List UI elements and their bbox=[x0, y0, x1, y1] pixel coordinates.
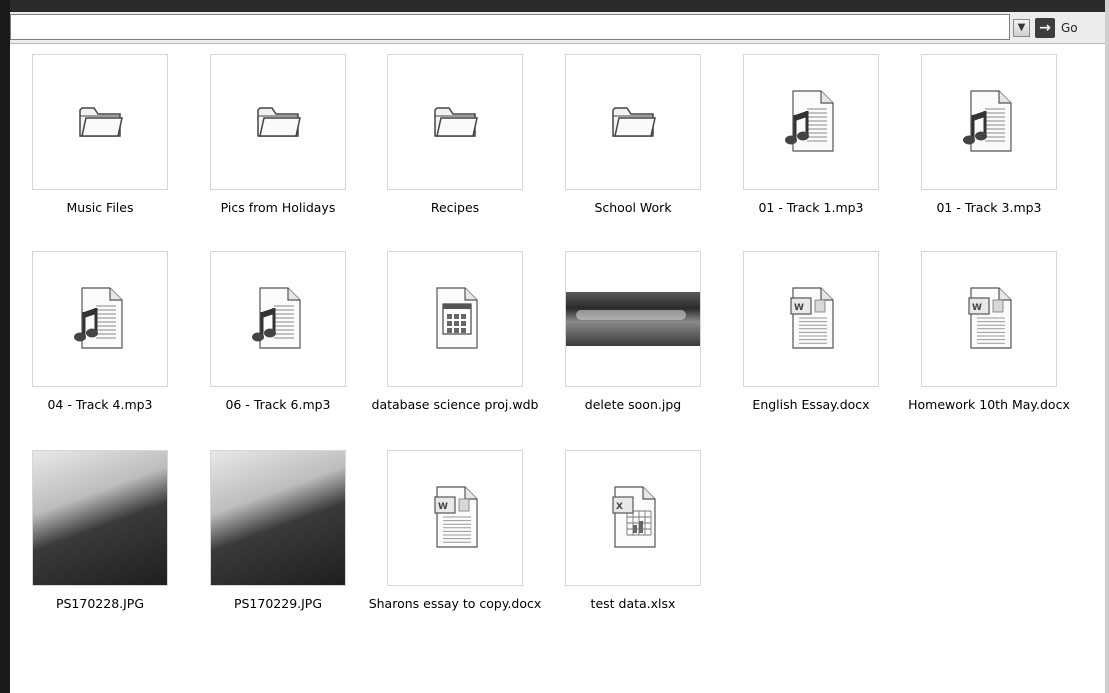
file-thumbnail[interactable] bbox=[565, 251, 701, 387]
folder-icon bbox=[254, 100, 302, 144]
file-thumbnail[interactable] bbox=[32, 450, 168, 586]
file-name-label: Homework 10th May.docx bbox=[908, 397, 1070, 412]
file-name-label: Recipes bbox=[430, 200, 480, 215]
file-thumbnail[interactable] bbox=[921, 54, 1057, 190]
file-name-label: Music Files bbox=[66, 200, 134, 215]
file-name-label: test data.xlsx bbox=[590, 596, 676, 611]
file-thumbnail[interactable] bbox=[387, 251, 523, 387]
folder-icon bbox=[609, 100, 657, 144]
file-name-label: Pics from Holidays bbox=[220, 200, 336, 215]
file-thumbnail[interactable] bbox=[210, 450, 346, 586]
audio-file-icon bbox=[70, 282, 130, 356]
file-thumbnail[interactable] bbox=[743, 54, 879, 190]
file-name-label: School Work bbox=[594, 200, 672, 215]
file-name-label: PS170229.JPG bbox=[233, 596, 323, 611]
word-document-icon: W bbox=[781, 282, 841, 356]
file-name-label: 01 - Track 1.mp3 bbox=[758, 200, 864, 215]
photo-thumbnail-image bbox=[33, 451, 167, 585]
photo-thumbnail-image bbox=[566, 292, 700, 346]
excel-spreadsheet-icon: X bbox=[603, 481, 663, 555]
file-name-label: PS170228.JPG bbox=[55, 596, 145, 611]
file-thumbnail[interactable] bbox=[32, 251, 168, 387]
audio-file-icon bbox=[781, 85, 841, 159]
folder-icon bbox=[76, 100, 124, 144]
word-document-icon: W bbox=[425, 481, 485, 555]
photo-thumbnail-image bbox=[211, 451, 345, 585]
file-name-label: 01 - Track 3.mp3 bbox=[936, 200, 1042, 215]
file-grid: Music Files Pics from Holidays Recipes Scho… bbox=[0, 0, 1109, 693]
audio-file-icon bbox=[959, 85, 1019, 159]
database-file-icon bbox=[425, 282, 485, 356]
file-thumbnail[interactable]: W bbox=[921, 251, 1057, 387]
file-thumbnail[interactable]: W bbox=[387, 450, 523, 586]
file-name-label: database science proj.wdb bbox=[371, 397, 539, 412]
svg-text:X: X bbox=[616, 502, 623, 512]
file-thumbnail[interactable] bbox=[565, 54, 701, 190]
svg-text:W: W bbox=[972, 303, 982, 313]
file-thumbnail[interactable] bbox=[32, 54, 168, 190]
word-document-icon: W bbox=[959, 282, 1019, 356]
file-name-label: 06 - Track 6.mp3 bbox=[225, 397, 331, 412]
file-thumbnail[interactable]: X bbox=[565, 450, 701, 586]
file-name-label: delete soon.jpg bbox=[584, 397, 682, 412]
folder-icon bbox=[431, 100, 479, 144]
file-thumbnail[interactable]: W bbox=[743, 251, 879, 387]
file-thumbnail[interactable] bbox=[210, 54, 346, 190]
file-thumbnail[interactable] bbox=[210, 251, 346, 387]
file-name-label: English Essay.docx bbox=[752, 397, 870, 412]
svg-text:W: W bbox=[794, 303, 804, 313]
file-thumbnail[interactable] bbox=[387, 54, 523, 190]
svg-text:W: W bbox=[438, 502, 448, 512]
audio-file-icon bbox=[248, 282, 308, 356]
file-name-label: Sharons essay to copy.docx bbox=[368, 596, 542, 611]
file-name-label: 04 - Track 4.mp3 bbox=[47, 397, 153, 412]
